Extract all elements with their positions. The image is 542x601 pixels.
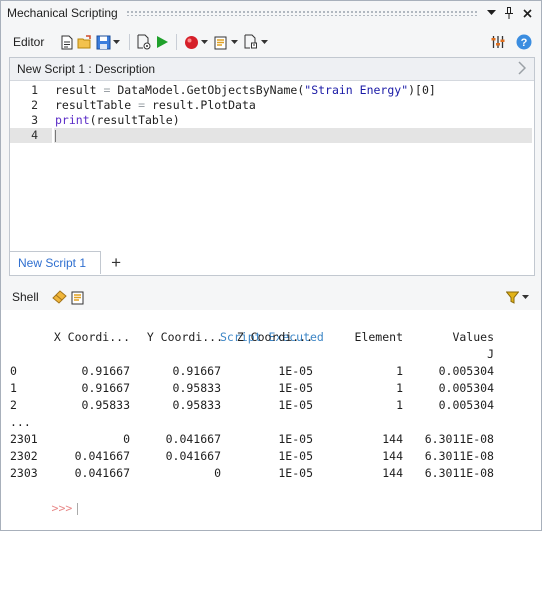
run-settings-icon (137, 34, 151, 50)
code-line: print(resultTable) (55, 113, 180, 127)
script-tabs: New Script 1 + (9, 250, 533, 274)
debug-button[interactable] (243, 34, 259, 50)
script-description-bar[interactable]: New Script 1 : Description (10, 58, 534, 81)
editor-label: Editor (13, 35, 45, 49)
run-selection-button[interactable] (136, 34, 152, 50)
chevron-down-icon (112, 40, 120, 44)
settings-button[interactable] (490, 34, 506, 50)
table-row: 2 0.95833 0.95833 1E-05 1 0.005304 (10, 398, 494, 412)
svg-text:?: ? (521, 37, 528, 49)
shell-output[interactable]: Script Executed X Coordi... Y Coordi... … (1, 310, 541, 530)
debug-dropdown[interactable] (260, 34, 268, 50)
tab-new-script-1[interactable]: New Script 1 (9, 251, 102, 274)
column-header: Values (452, 330, 494, 344)
table-row: 2302 0.041667 0.041667 1E-05 144 6.3011E… (10, 449, 494, 463)
add-script-tab-button[interactable]: + (105, 252, 127, 274)
code-line: result = DataModel.GetObjectsByName("Str… (55, 83, 436, 97)
chevron-down-icon (486, 10, 496, 15)
window-title: Mechanical Scripting (7, 6, 118, 20)
line-number: 2 (31, 98, 38, 112)
snippets-dropdown[interactable] (230, 34, 238, 50)
unit-row: J (1, 346, 541, 363)
table-row-ellipsis: ... (10, 415, 31, 429)
column-header: Y Coordi... (146, 330, 223, 344)
eraser-icon (51, 290, 67, 304)
text-cursor (55, 129, 56, 142)
record-button[interactable] (183, 34, 199, 50)
toolbar-separator (129, 34, 131, 50)
text-cursor (77, 502, 79, 515)
column-header: X Coordi... (53, 330, 130, 344)
table-header-row: X Coordi... Y Coordi... Z Coordi... Elem… (1, 329, 541, 346)
table-row: 0 0.91667 0.91667 1E-05 1 0.005304 (10, 364, 494, 378)
snippet-icon (214, 36, 227, 49)
close-icon (522, 8, 532, 18)
open-folder-icon (77, 34, 92, 48)
pin-button[interactable] (503, 6, 515, 20)
shell-filter-dropdown[interactable] (521, 289, 529, 305)
chevron-down-icon (230, 40, 238, 44)
sliders-icon (491, 36, 505, 48)
help-button[interactable]: ? (516, 34, 532, 50)
title-bar: Mechanical Scripting (1, 1, 541, 25)
line-number: 1 (31, 83, 38, 97)
debug-icon (244, 34, 258, 49)
clear-shell-button[interactable] (51, 289, 68, 305)
shell-input-line[interactable]: >>> (1, 483, 542, 515)
expand-description-button[interactable] (518, 61, 527, 78)
copy-shell-button[interactable] (70, 289, 86, 305)
help-icon: ? (516, 34, 532, 50)
shell-line: Script Executed (1, 312, 541, 344)
save-options-dropdown[interactable] (112, 34, 120, 50)
code-line-current (54, 128, 532, 143)
play-icon (157, 36, 169, 48)
record-icon (184, 35, 198, 49)
new-file-icon (61, 35, 73, 49)
table-row: 1 0.91667 0.95833 1E-05 1 0.005304 (10, 381, 494, 395)
record-options-dropdown[interactable] (200, 34, 208, 50)
table-row: 2301 0 0.041667 1E-05 144 6.3011E-08 (10, 432, 494, 446)
line-number-current: 4 (10, 128, 52, 143)
close-button[interactable] (521, 6, 533, 20)
open-script-button[interactable] (77, 34, 93, 50)
shell-prompt: >>> (51, 501, 73, 515)
save-icon (96, 35, 111, 49)
window-menu-button[interactable] (485, 6, 497, 20)
line-number: 3 (31, 113, 38, 127)
save-script-button[interactable] (95, 34, 111, 50)
snippets-button[interactable] (213, 34, 229, 50)
run-script-button[interactable] (154, 34, 170, 50)
shell-label: Shell (12, 290, 39, 304)
script-description: New Script 1 : Description (17, 62, 156, 76)
mechanical-scripting-window: Mechanical Scripting Editor ? New Script… (0, 0, 542, 531)
drag-grip[interactable] (125, 10, 477, 16)
script-editor[interactable]: New Script 1 : Description 1 2 3 4 resul… (9, 57, 535, 276)
pin-icon (505, 7, 513, 19)
code-area[interactable]: result = DataModel.GetObjectsByName("Str… (54, 83, 532, 273)
line-number-gutter: 1 2 3 4 (10, 83, 52, 273)
chevron-right-icon (518, 61, 527, 75)
clipboard-icon (71, 291, 84, 304)
shell-toolbar: Shell (1, 286, 541, 308)
editor-toolbar: Editor ? (1, 29, 541, 55)
chevron-down-icon (521, 295, 529, 299)
shell-filter-button[interactable] (504, 289, 520, 305)
column-header: Element (354, 330, 403, 344)
table-row: 2303 0.041667 0 1E-05 144 6.3011E-08 (10, 466, 494, 480)
filter-icon (505, 291, 519, 304)
chevron-down-icon (260, 40, 268, 44)
toolbar-separator (176, 34, 178, 50)
new-script-button[interactable] (59, 34, 75, 50)
values-unit: J (487, 347, 494, 361)
column-header: Z Coordi... (236, 330, 313, 344)
chevron-down-icon (200, 40, 208, 44)
code-line: resultTable = result.PlotData (55, 98, 256, 112)
